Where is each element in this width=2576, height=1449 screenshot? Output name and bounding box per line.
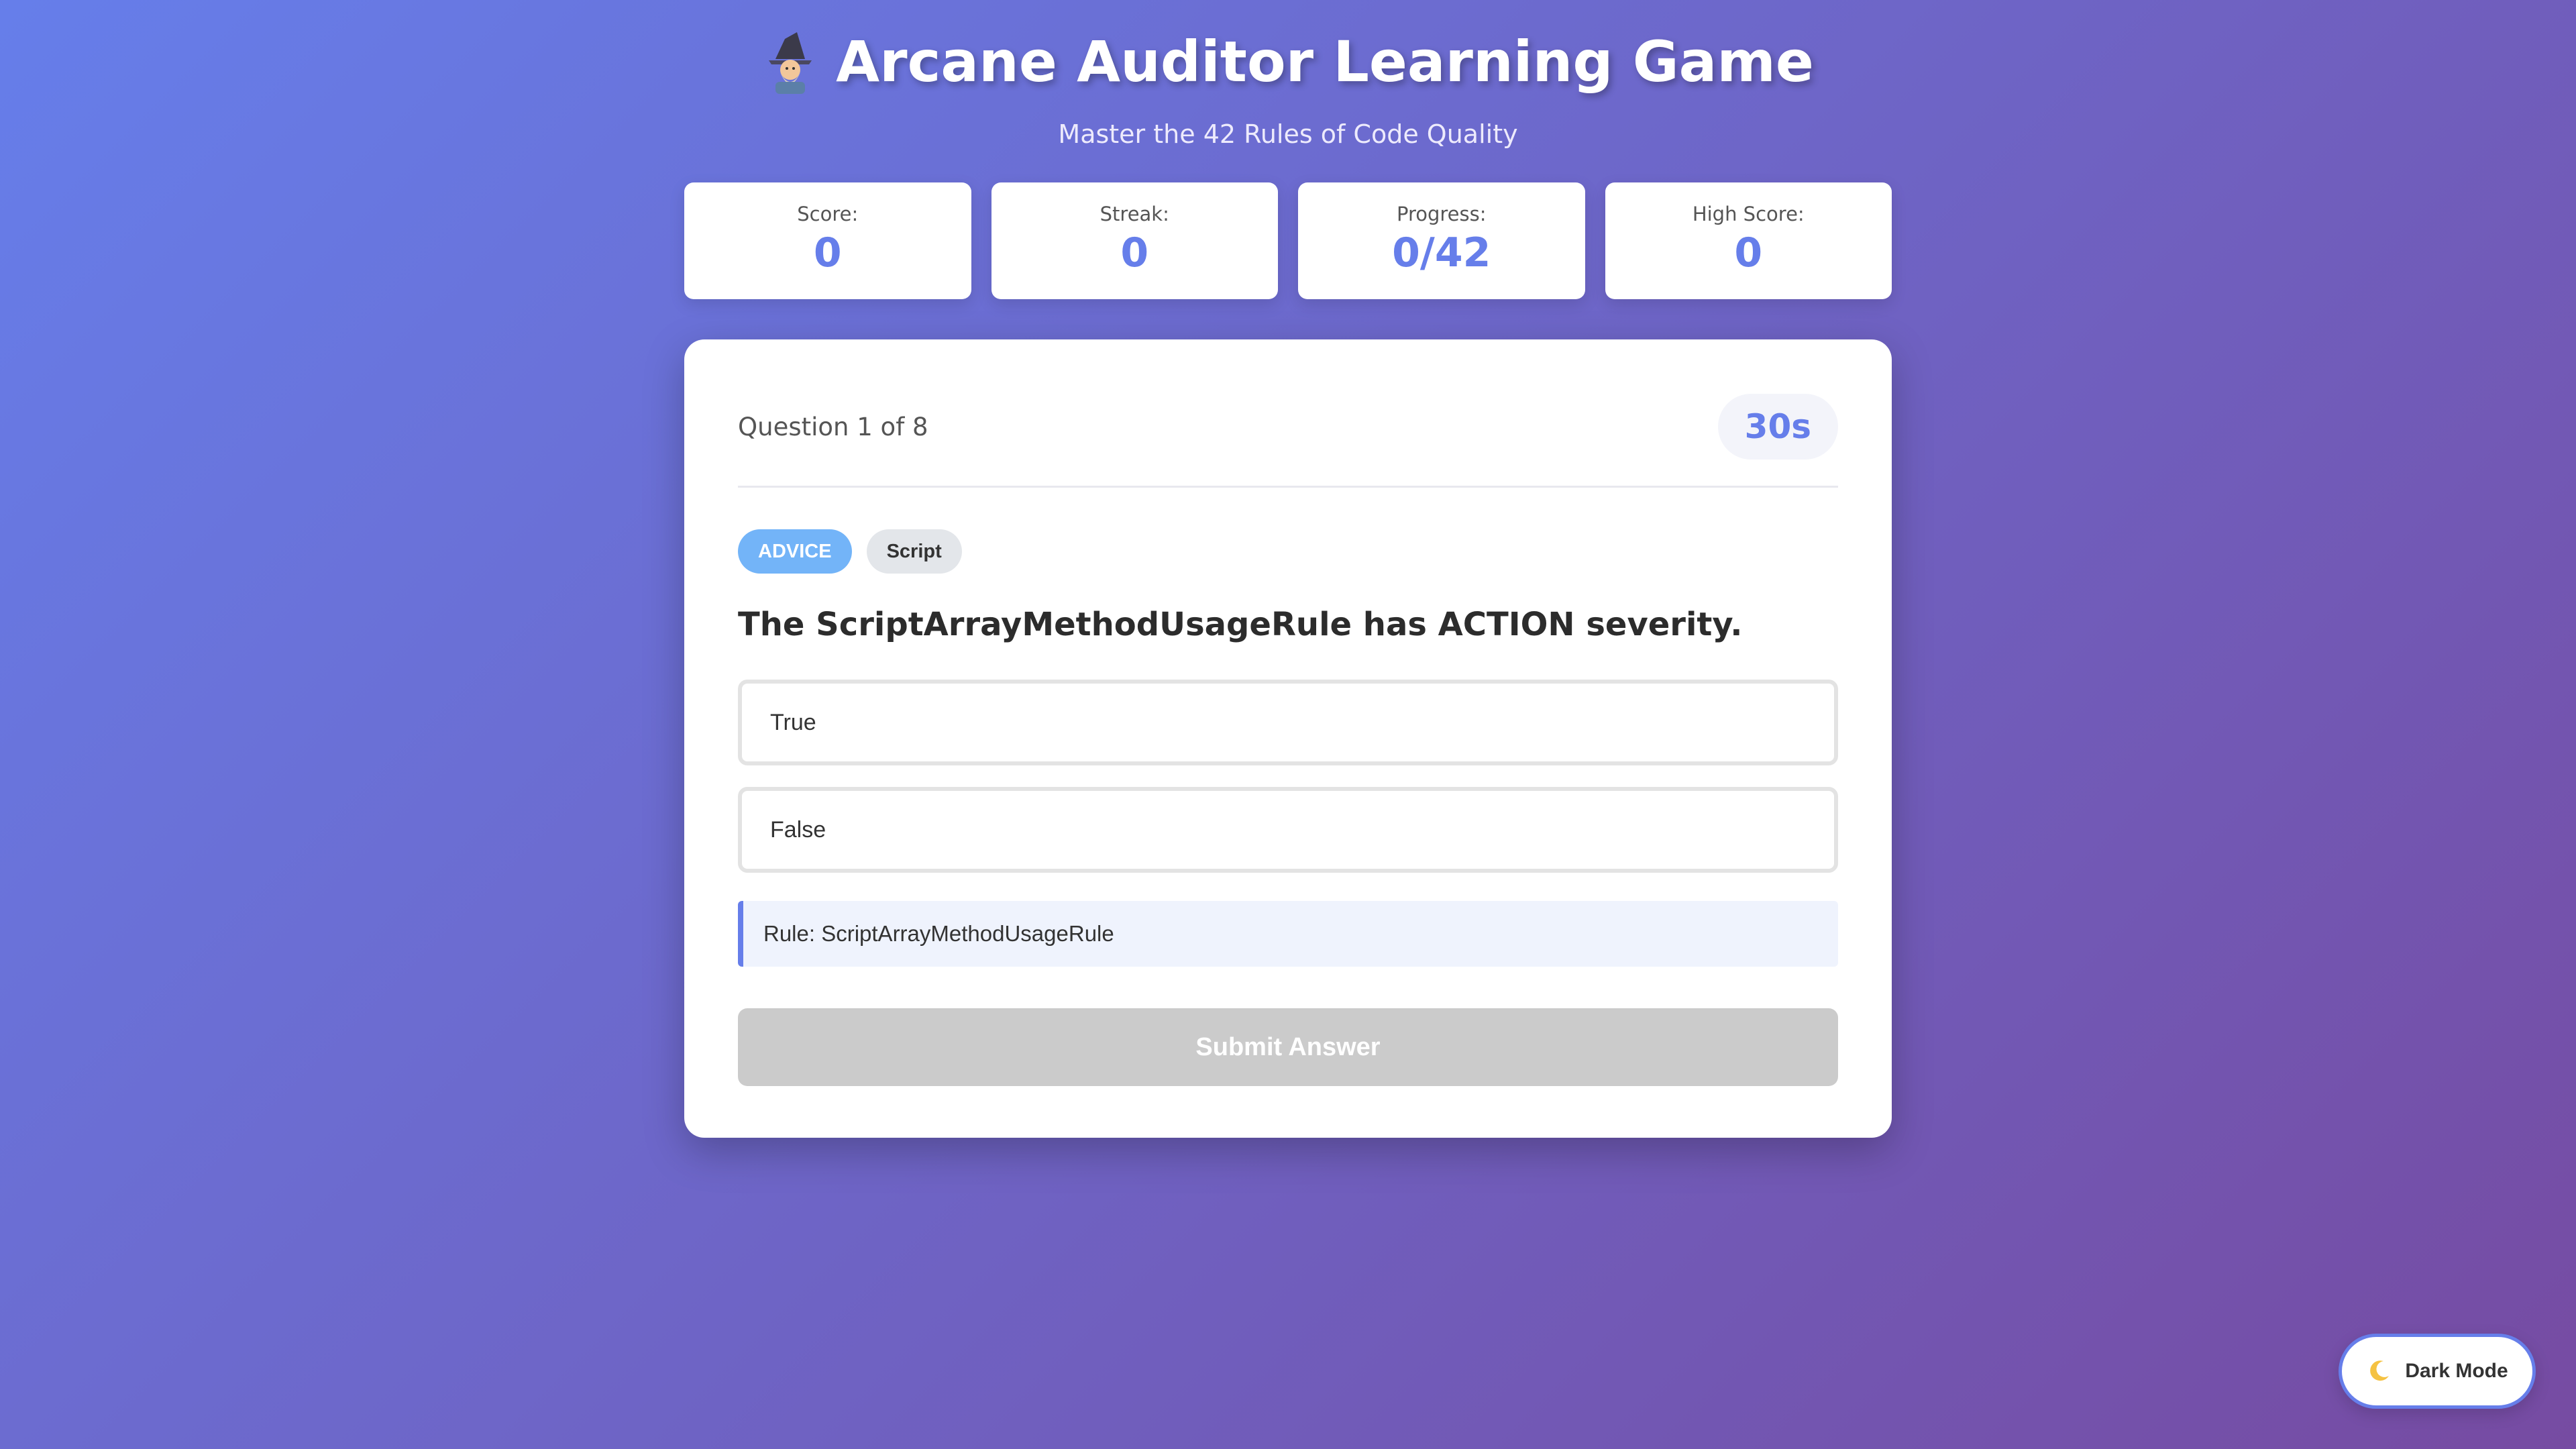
question-card: Question 1 of 8 30s ADVICE Script The Sc…: [684, 339, 1892, 1138]
stat-value: 0: [1120, 229, 1149, 276]
divider: [738, 486, 1838, 488]
moon-icon: [2370, 1360, 2390, 1381]
option-label: True: [770, 709, 816, 735]
stat-value: 0/42: [1392, 229, 1491, 276]
answer-option-false[interactable]: False: [738, 787, 1838, 873]
stat-high-score: High Score: 0: [1605, 182, 1892, 299]
stat-label: High Score:: [1692, 203, 1805, 225]
page-subtitle: Master the 42 Rules of Code Quality: [1058, 119, 1518, 149]
countdown-timer: 30s: [1717, 394, 1838, 460]
question-tags: ADVICE Script: [738, 529, 1838, 574]
option-label: False: [770, 816, 826, 843]
stat-label: Progress:: [1396, 203, 1487, 225]
stats-bar: Score: 0 Streak: 0 Progress: 0/42 High S…: [684, 182, 1892, 299]
stat-label: Streak:: [1099, 203, 1169, 225]
page-title: Arcane Auditor Learning Game: [762, 27, 1814, 97]
dark-mode-label: Dark Mode: [2405, 1360, 2508, 1382]
dark-mode-toggle[interactable]: Dark Mode: [2339, 1334, 2536, 1409]
page-header: Arcane Auditor Learning Game Master the …: [0, 27, 2576, 149]
stat-label: Score:: [797, 203, 859, 225]
rule-hint: Rule: ScriptArrayMethodUsageRule: [738, 901, 1838, 967]
stat-value: 0: [1734, 229, 1763, 276]
question-text: The ScriptArrayMethodUsageRule has ACTIO…: [738, 606, 1743, 643]
question-counter: Question 1 of 8: [738, 412, 928, 441]
stat-progress: Progress: 0/42: [1298, 182, 1585, 299]
stat-value: 0: [813, 229, 842, 276]
stat-streak: Streak: 0: [991, 182, 1278, 299]
category-tag: Script: [866, 529, 962, 574]
answer-option-true[interactable]: True: [738, 680, 1838, 765]
severity-tag: ADVICE: [738, 529, 852, 574]
stat-score: Score: 0: [684, 182, 971, 299]
wizard-icon: [769, 32, 812, 94]
title-text: Arcane Auditor Learning Game: [836, 29, 1814, 95]
submit-answer-button[interactable]: Submit Answer: [738, 1008, 1838, 1086]
question-header: Question 1 of 8 30s: [738, 393, 1838, 460]
